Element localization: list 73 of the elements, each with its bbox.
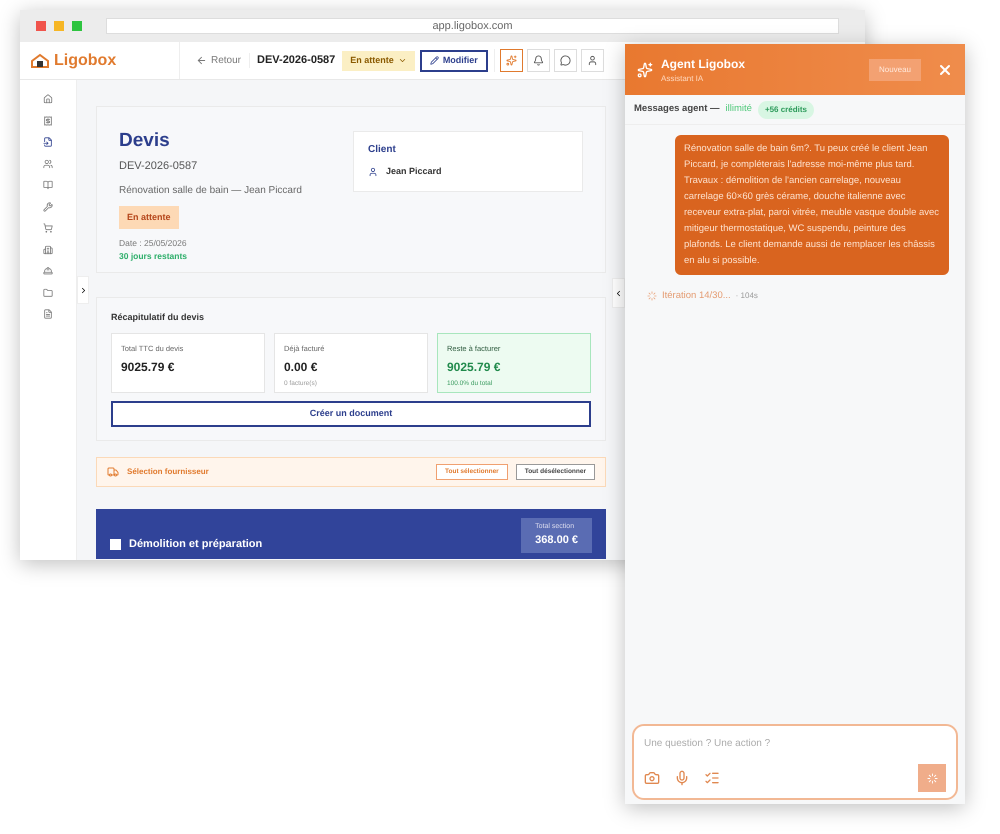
chevron-down-icon: [398, 56, 407, 65]
quota-label: Messages agent —: [634, 102, 720, 116]
sidebar-item[interactable]: [41, 158, 55, 170]
sidebar-item[interactable]: [41, 286, 55, 299]
wrench-icon: [43, 202, 53, 212]
checklist-icon[interactable]: [704, 770, 720, 786]
status-dropdown[interactable]: En attente: [342, 50, 415, 70]
section-total-value: 368.00 €: [535, 533, 578, 548]
sidebar-item[interactable]: [41, 222, 55, 234]
pencil-icon: [430, 56, 439, 65]
user-icon: [368, 166, 378, 177]
spinner-icon: [647, 291, 657, 302]
document-icon: [43, 309, 53, 320]
notifications-button[interactable]: [526, 49, 550, 72]
sidebar-item[interactable]: [41, 136, 55, 148]
address-bar[interactable]: app.ligobox.com: [106, 18, 839, 34]
sidebar-item[interactable]: [41, 265, 55, 278]
section-checkbox[interactable]: [110, 538, 121, 550]
progress-text: Itération 14/30...: [662, 289, 731, 303]
sidebar-item[interactable]: [41, 200, 55, 213]
messages-button[interactable]: [554, 49, 577, 72]
client-name: Jean Piccard: [386, 165, 442, 178]
back-button[interactable]: Retour: [196, 53, 250, 68]
summary-title: Récapitulatif du devis: [111, 311, 206, 324]
credits-badge: +56 crédits: [758, 100, 814, 118]
logo-text: Ligobox: [54, 50, 116, 70]
section-title: Démolition et préparation: [129, 537, 262, 552]
sidebar-item[interactable]: [41, 93, 55, 106]
sidebar-item[interactable]: [41, 179, 55, 192]
days-remaining: 30 jours restants: [119, 250, 188, 262]
client-label: Client: [368, 143, 397, 157]
profile-button[interactable]: [580, 49, 604, 72]
bell-icon: [532, 55, 544, 66]
truck-icon: [107, 466, 119, 478]
message-input[interactable]: Une question ? Une action ?: [644, 736, 946, 751]
home-icon: [43, 94, 53, 104]
file-arrow-icon: [43, 137, 53, 148]
microphone-icon[interactable]: [674, 770, 690, 786]
quote-date: Date : 25/05/2026: [119, 237, 187, 250]
document-number: DEV-2026-0587: [257, 53, 336, 68]
house-logo-icon: [30, 52, 50, 68]
chevron-left-icon: [614, 288, 623, 298]
book-icon: [43, 180, 53, 190]
supplier-title: Sélection fournisseur: [127, 466, 210, 478]
tile-value: 9025.79 €: [121, 358, 174, 376]
tile-value: 9025.79 €: [447, 358, 500, 376]
arrow-left-icon: [196, 55, 207, 66]
ai-assistant-button[interactable]: [500, 49, 523, 72]
sparkles-icon: [506, 55, 517, 66]
quota-value: illimité: [726, 102, 752, 116]
user-icon: [586, 55, 598, 66]
sidebar-item[interactable]: [41, 244, 55, 256]
agent-title: Agent Ligobox: [661, 56, 746, 72]
chat-message: Rénovation salle de bain 6m?. Tu peux créé le client Jean Piccard, je compléterais l'adresse moi-même plus tard. Travaux : démolition de l'ancien carrelage, nouveau carrelage 60×60 grès cérame, douche italienne avec receveur extra-plat, paroi vitrée, meuble vasque double avec mitigeur thermostatique, WC suspendu, peinture des plafonds. Le client demande aussi de remplacer les châssis en alu si possible.: [675, 135, 949, 275]
status-badge: En attente: [119, 206, 179, 229]
quote-title: Devis: [119, 131, 170, 150]
edit-button[interactable]: Modifier: [420, 50, 488, 72]
users-icon: [43, 158, 53, 169]
camera-icon[interactable]: [644, 770, 660, 786]
agent-subtitle: Assistant IA: [661, 72, 704, 84]
sparkles-icon: [637, 62, 653, 78]
tile-value: 0.00 €: [284, 358, 318, 376]
quote-subtitle: Rénovation salle de bain — Jean Piccard: [119, 184, 302, 198]
building-icon: [43, 244, 53, 255]
chat-bubble-icon: [560, 55, 571, 66]
cart-icon: [43, 223, 53, 234]
folder-icon: [43, 288, 53, 298]
receipt-icon: [43, 116, 53, 126]
elapsed-time: · 104s: [736, 290, 758, 302]
spinner-icon: [926, 772, 938, 784]
create-document-button[interactable]: Créer un document: [111, 400, 591, 426]
hard-hat-icon: [43, 266, 53, 276]
quote-number: DEV-2026-0587: [119, 159, 198, 174]
